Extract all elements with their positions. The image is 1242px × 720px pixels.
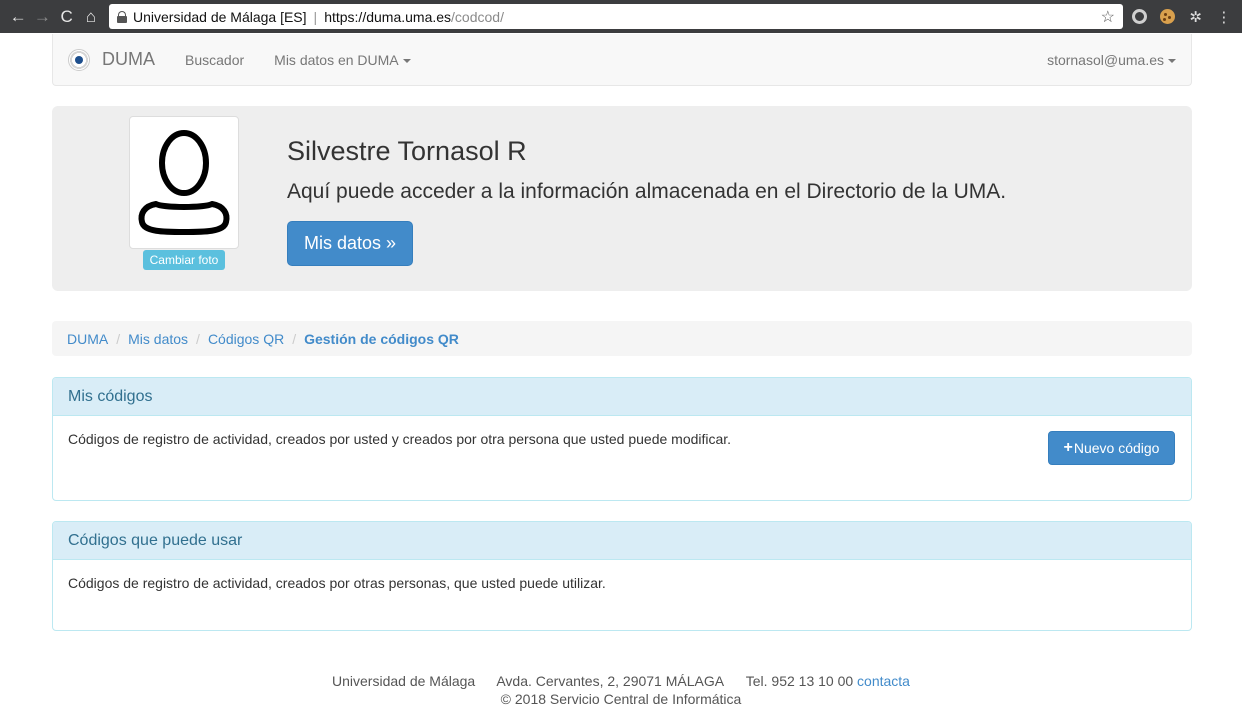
user-menu-dropdown[interactable]: stornasol@uma.es	[1047, 52, 1176, 68]
breadcrumb-codigos-qr[interactable]: Códigos QR	[208, 331, 284, 347]
bookmark-star-icon[interactable]: ☆	[1101, 7, 1115, 27]
nav-mis-datos-label: Mis datos en DUMA	[274, 51, 399, 68]
footer-org: Universidad de Málaga	[332, 673, 476, 689]
url-host: https://duma.uma.es	[324, 8, 452, 25]
avatar	[129, 116, 239, 249]
url-path: /codcod/	[451, 8, 504, 25]
usable-codes-panel: Códigos que puede usar Códigos de regist…	[52, 521, 1192, 631]
change-photo-button[interactable]: Cambiar foto	[143, 250, 225, 270]
my-codes-body: Códigos de registro de actividad, creado…	[53, 416, 1191, 465]
usable-codes-body: Códigos de registro de actividad, creado…	[53, 560, 1191, 606]
site-navbar: DUMA Buscador Mis datos en DUMA stornaso…	[52, 34, 1192, 86]
breadcrumb-divider: /	[116, 330, 121, 347]
extension-ring-icon[interactable]	[1127, 4, 1151, 30]
nav-mis-datos-dropdown[interactable]: Mis datos en DUMA	[274, 51, 411, 68]
user-silhouette-icon	[138, 129, 230, 235]
my-codes-description: Códigos de registro de actividad, creado…	[68, 431, 732, 447]
footer-contact-link[interactable]: contacta	[857, 673, 910, 689]
nav-buscador-link[interactable]: Buscador	[185, 52, 244, 68]
address-bar[interactable]: Universidad de Málaga [ES] | https://dum…	[109, 4, 1123, 29]
uma-logo-icon[interactable]	[68, 48, 90, 71]
breadcrumb-mis-datos[interactable]: Mis datos	[128, 331, 188, 347]
cookie-extension-icon[interactable]	[1155, 4, 1179, 30]
footer-address: Avda. Cervantes, 2, 29071 MÁLAGA	[496, 673, 725, 689]
browser-menu-icon[interactable]: ⋮	[1212, 4, 1236, 30]
breadcrumb-divider: /	[292, 330, 297, 347]
breadcrumb-divider: /	[196, 330, 200, 347]
brand-link[interactable]: DUMA	[102, 49, 155, 70]
breadcrumb-active: Gestión de códigos QR	[304, 330, 459, 347]
breadcrumb-duma[interactable]: DUMA	[67, 331, 108, 347]
footer-phone: Tel. 952 13 10 00	[745, 673, 854, 689]
new-code-label: Nuevo código	[1073, 440, 1160, 456]
user-email-label: stornasol@uma.es	[1047, 51, 1164, 68]
new-code-button[interactable]: + Nuevo código	[1048, 431, 1175, 465]
forward-icon[interactable]: →	[30, 4, 54, 30]
my-codes-heading: Mis códigos	[53, 378, 1191, 416]
usable-codes-heading: Códigos que puede usar	[53, 522, 1191, 560]
caret-down-icon	[402, 58, 411, 63]
profile-name: Silvestre Tornasol R	[287, 136, 527, 166]
back-icon[interactable]: ←	[6, 4, 30, 30]
address-separator: |	[313, 8, 318, 25]
lock-icon	[117, 10, 127, 23]
gear-extension-icon[interactable]: ✲	[1184, 4, 1208, 30]
profile-jumbotron: Cambiar foto Silvestre Tornasol R Aquí p…	[52, 106, 1192, 291]
profile-lead-text: Aquí puede acceder a la información alma…	[287, 180, 1007, 203]
site-org-label: Universidad de Málaga [ES]	[133, 8, 307, 25]
home-icon[interactable]: ⌂	[79, 4, 103, 30]
caret-down-icon	[1168, 58, 1176, 63]
page-footer: Universidad de Málaga Avda. Cervantes, 2…	[0, 672, 1242, 708]
plus-icon: +	[1063, 439, 1073, 456]
reload-icon[interactable]: C	[55, 4, 79, 30]
browser-toolbar: ← → C ⌂ Universidad de Málaga [ES] | htt…	[0, 0, 1242, 33]
footer-copyright: © 2018 Servicio Central de Informática	[500, 691, 742, 707]
usable-codes-description: Códigos de registro de actividad, creado…	[68, 575, 606, 591]
my-codes-panel: Mis códigos Códigos de registro de activ…	[52, 377, 1192, 501]
my-data-button[interactable]: Mis datos »	[287, 221, 413, 266]
breadcrumb: DUMA / Mis datos / Códigos QR / Gestión …	[52, 321, 1192, 356]
